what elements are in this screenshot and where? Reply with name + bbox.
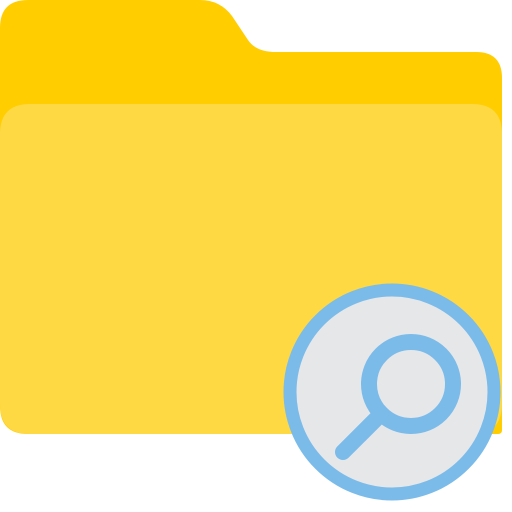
search-badge [283, 283, 501, 501]
folder-search-svg [0, 0, 502, 501]
folder-search-icon [0, 0, 512, 512]
badge-circle [283, 283, 501, 501]
